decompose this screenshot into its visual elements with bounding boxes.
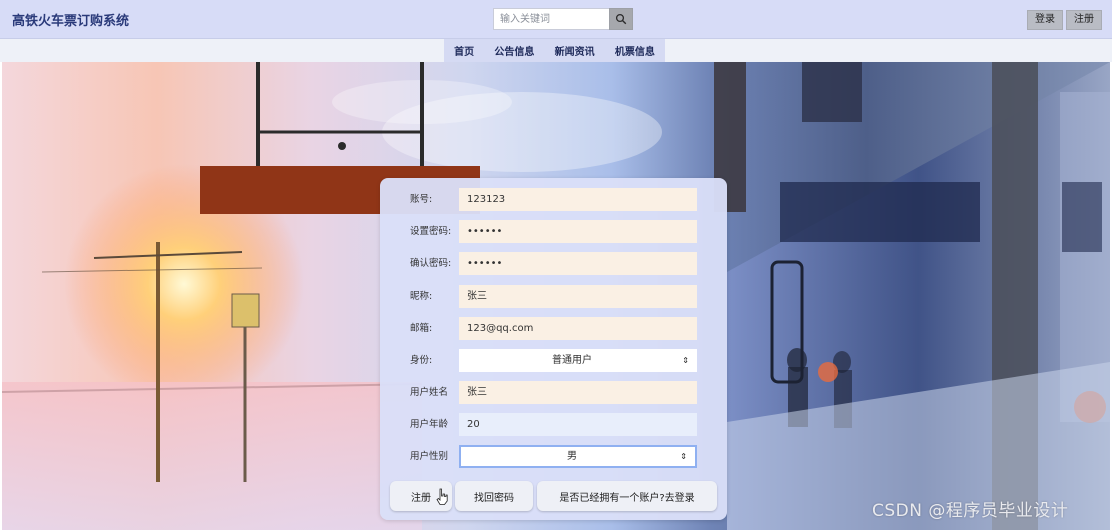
select-arrows-icon: ⇕ — [680, 452, 687, 461]
top-header: 高铁火车票订购系统 登录 注册 — [0, 0, 1112, 39]
search-bar — [493, 8, 633, 30]
role-select[interactable]: 普通用户 ⇕ — [459, 349, 697, 372]
search-icon — [615, 13, 627, 25]
age-input[interactable]: 20 — [459, 413, 697, 436]
select-arrows-icon: ⇕ — [682, 356, 689, 365]
role-select-value: 普通用户 — [552, 355, 592, 366]
role-label: 身份: — [410, 355, 433, 366]
nav-menu: 首页 公告信息 新闻资讯 机票信息 — [444, 39, 665, 62]
form-row-age: 用户年龄 20 — [380, 413, 727, 437]
form-row-account: 账号: 123123 — [380, 188, 727, 212]
password-label: 设置密码: — [410, 226, 452, 237]
form-actions: 注册 找回密码 是否已经拥有一个账户?去登录 — [380, 481, 727, 511]
site-title[interactable]: 高铁火车票订购系统 — [12, 10, 129, 29]
nav-item-flights[interactable]: 机票信息 — [613, 43, 657, 58]
gender-label: 用户性别 — [410, 451, 449, 462]
watermark-text: CSDN @程序员毕业设计 — [872, 501, 1069, 521]
username-label: 用户姓名 — [410, 387, 449, 398]
account-label: 账号: — [410, 194, 433, 205]
nav-bar: 首页 公告信息 新闻资讯 机票信息 — [0, 39, 1112, 62]
confirm-password-input[interactable]: •••••• — [459, 252, 697, 275]
register-button[interactable]: 注册 — [1066, 10, 1102, 30]
nav-item-news[interactable]: 新闻资讯 — [553, 43, 597, 58]
register-form: 账号: 123123 设置密码: •••••• 确认密码: •••••• 昵称:… — [380, 178, 727, 520]
nav-item-home[interactable]: 首页 — [452, 43, 476, 58]
account-input[interactable]: 123123 — [459, 188, 697, 211]
hand-cursor-icon — [436, 488, 448, 505]
email-input[interactable]: 123@qq.com — [459, 317, 697, 340]
nickname-label: 昵称: — [410, 291, 433, 302]
search-input[interactable] — [493, 8, 609, 30]
age-label: 用户年龄 — [410, 419, 449, 430]
form-row-confirm-password: 确认密码: •••••• — [380, 252, 727, 276]
confirm-password-label: 确认密码: — [410, 258, 452, 269]
form-row-role: 身份: 普通用户 ⇕ — [380, 349, 727, 373]
nickname-input[interactable]: 张三 — [459, 285, 697, 308]
form-row-gender: 用户性别 男 ⇕ — [380, 445, 727, 469]
form-row-email: 邮箱: 123@qq.com — [380, 317, 727, 341]
nav-item-announcements[interactable]: 公告信息 — [492, 43, 536, 58]
password-input[interactable]: •••••• — [459, 220, 697, 243]
search-button[interactable] — [609, 8, 633, 30]
form-row-password: 设置密码: •••••• — [380, 220, 727, 244]
goto-login-button[interactable]: 是否已经拥有一个账户?去登录 — [537, 481, 717, 511]
login-button[interactable]: 登录 — [1027, 10, 1063, 30]
email-label: 邮箱: — [410, 323, 433, 334]
form-row-username: 用户姓名 张三 — [380, 381, 727, 405]
find-password-button[interactable]: 找回密码 — [455, 481, 533, 511]
form-row-nickname: 昵称: 张三 — [380, 285, 727, 309]
gender-select-value: 男 — [567, 451, 577, 462]
gender-select[interactable]: 男 ⇕ — [459, 445, 697, 468]
username-input[interactable]: 张三 — [459, 381, 697, 404]
